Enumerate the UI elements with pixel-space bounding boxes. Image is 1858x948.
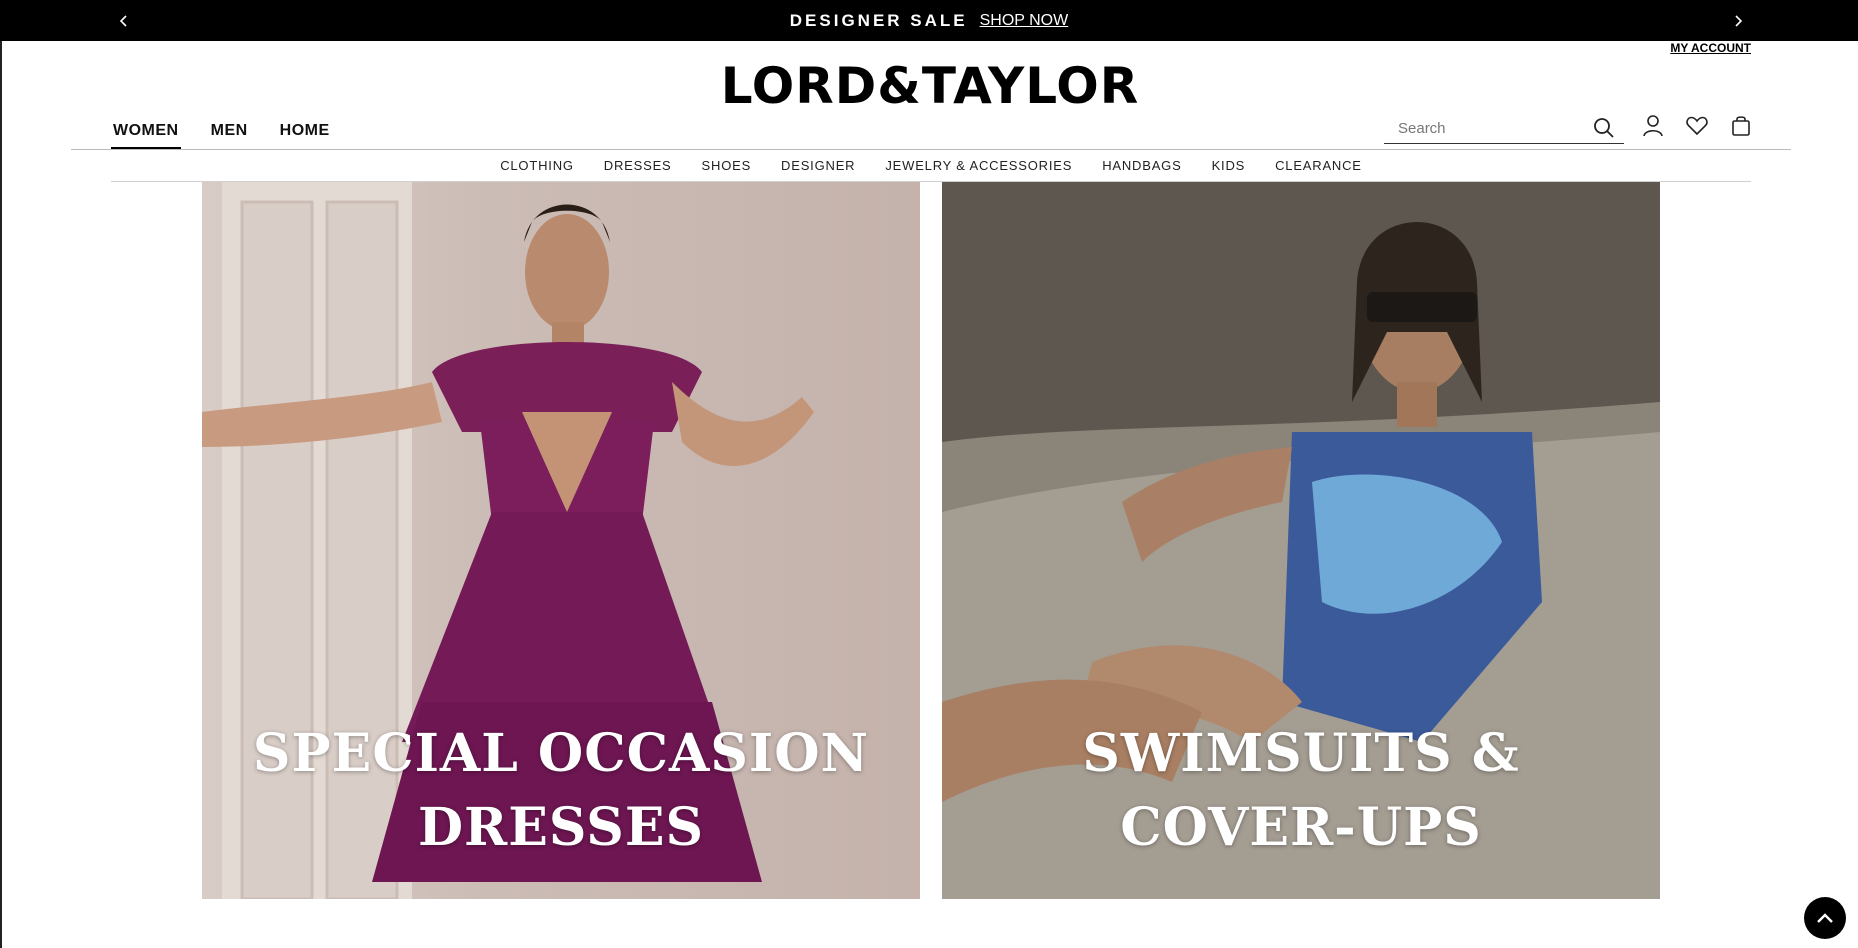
tile-caption: SPECIAL OCCASION DRESSES [202,717,920,865]
tile-caption-line1: SWIMSUITS & [1082,723,1520,784]
site-logo[interactable]: LORD&TAYLOR [720,57,1140,115]
my-account-link[interactable]: MY ACCOUNT [1670,41,1751,55]
search-icon[interactable] [1592,116,1616,140]
chevron-left-icon [119,14,127,27]
chevron-up-icon [1817,913,1833,923]
search-input[interactable] [1384,118,1590,138]
swimsuits-coverups-tile[interactable]: SWIMSUITS & COVER-UPS [942,182,1660,899]
tile-caption-line1: SPECIAL OCCASION [252,723,870,784]
tab-home[interactable]: HOME [278,122,332,148]
category-jewelry-accessories[interactable]: JEWELRY & ACCESSORIES [885,158,1072,173]
back-to-top-button[interactable] [1804,897,1846,939]
promo-next-button[interactable] [1718,0,1758,41]
category-designer[interactable]: DESIGNER [781,158,855,173]
chevron-right-icon [1735,14,1743,27]
promo-bar: DESIGNER SALE SHOP NOW [0,0,1858,41]
category-kids[interactable]: KIDS [1212,158,1246,173]
promo-text: DESIGNER SALE [789,10,968,30]
department-nav: WOMEN MEN HOME [111,122,360,150]
user-icon[interactable] [1640,113,1666,139]
special-occasion-dresses-tile[interactable]: SPECIAL OCCASION DRESSES [202,182,920,899]
tab-women[interactable]: WOMEN [111,122,181,150]
tab-men[interactable]: MEN [209,122,250,148]
promo-shop-now-link[interactable]: SHOP NOW [980,12,1069,30]
category-shoes[interactable]: SHOES [702,158,752,173]
window-edge [0,41,2,948]
category-clothing[interactable]: CLOTHING [500,158,574,173]
category-handbags[interactable]: HANDBAGS [1102,158,1181,173]
category-nav: CLOTHING DRESSES SHOES DESIGNER JEWELRY … [111,150,1751,182]
category-dresses[interactable]: DRESSES [604,158,672,173]
tile-caption-line2: COVER-UPS [1120,797,1482,858]
tile-caption: SWIMSUITS & COVER-UPS [942,717,1660,865]
promo-prev-button[interactable] [104,0,144,41]
category-clearance[interactable]: CLEARANCE [1275,158,1362,173]
search-box [1384,113,1624,144]
shopping-bag-icon[interactable] [1728,113,1754,139]
tile-caption-line2: DRESSES [417,797,705,858]
heart-icon[interactable] [1684,113,1710,139]
